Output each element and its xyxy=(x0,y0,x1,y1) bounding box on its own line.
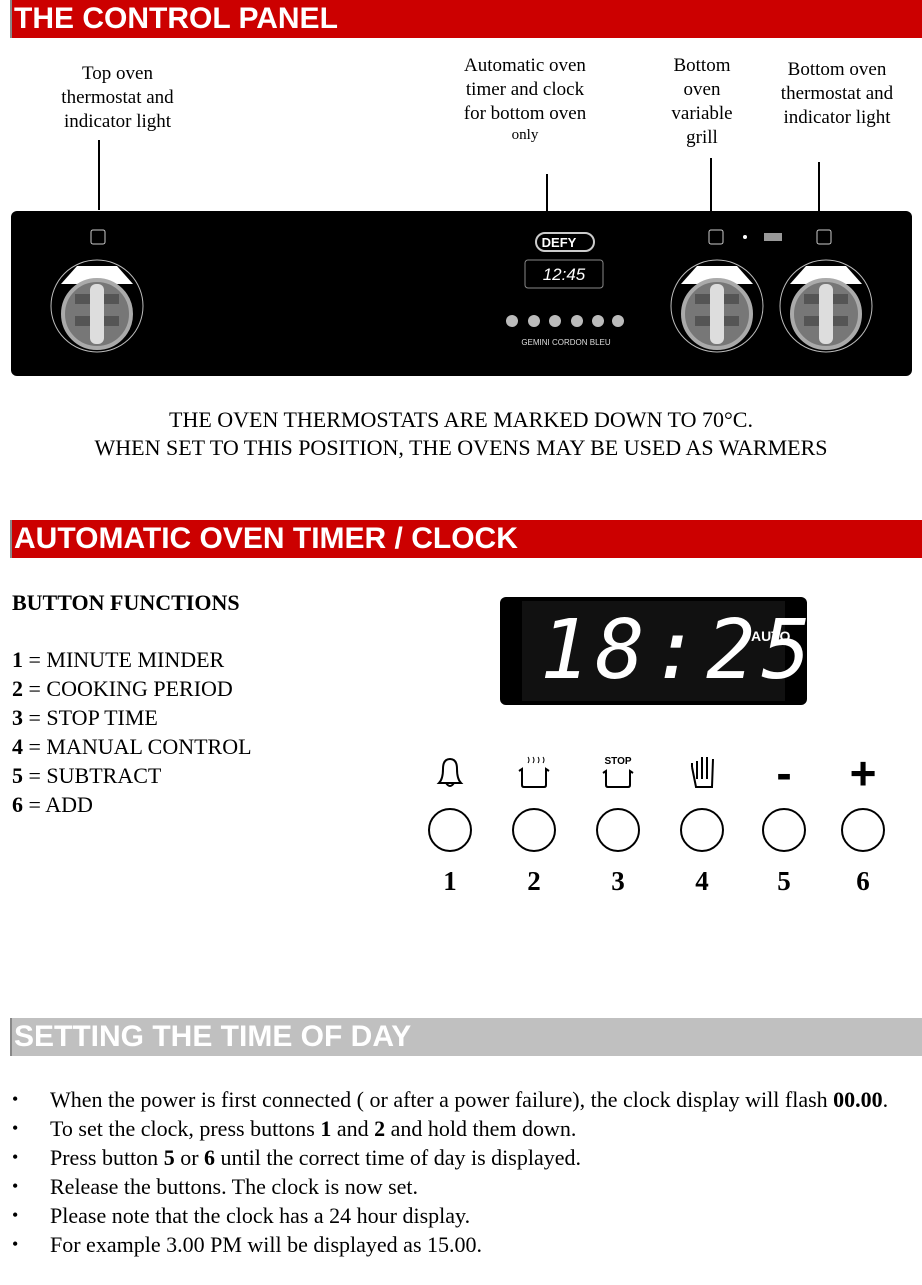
button-function-6: 6 = ADD xyxy=(12,792,93,817)
callout-top-oven: Top oven thermostat and indicator light xyxy=(61,63,174,132)
button-functions-title: BUTTON FUNCTIONS xyxy=(12,590,240,615)
instruction-item: Release the buttons. The clock is now se… xyxy=(12,1172,912,1201)
timer-button-5[interactable]: - 5 xyxy=(754,747,814,897)
instruction-item: Press button 5 or 6 until the correct ti… xyxy=(12,1143,912,1172)
thermometer-icon xyxy=(90,229,106,245)
leader-line xyxy=(818,162,820,211)
button-function-2: 2 = COOKING PERIOD xyxy=(12,676,233,701)
callout-grill: Bottom oven variable grill xyxy=(671,55,733,148)
panel-clock-text: 12:45 xyxy=(543,265,586,284)
button-function-1: 1 = MINUTE MINDER xyxy=(12,647,225,672)
section-header-control-panel: THE CONTROL PANEL xyxy=(10,0,922,38)
display-time: 18:25 xyxy=(540,603,817,698)
section-header-set-time: SETTING THE TIME OF DAY xyxy=(10,1018,922,1056)
auto-indicator: AUTO xyxy=(751,628,791,644)
leader-line xyxy=(546,174,548,211)
minus-icon: - xyxy=(776,747,792,799)
indicator-light xyxy=(743,235,747,239)
button-function-4: 4 = MANUAL CONTROL xyxy=(12,734,252,759)
model-name: GEMINI CORDON BLEU xyxy=(521,338,611,347)
defy-logo-text: DEFY xyxy=(542,235,577,250)
oven-icon xyxy=(816,229,832,245)
instruction-item: To set the clock, press buttons 1 and 2 … xyxy=(12,1114,912,1143)
button-function-3: 3 = STOP TIME xyxy=(12,705,158,730)
top-oven-knob xyxy=(49,258,145,354)
stop-pot-icon: STOP xyxy=(588,752,648,794)
leader-line xyxy=(98,140,100,210)
panel-timer-buttons xyxy=(506,315,624,327)
grill-knob xyxy=(669,258,765,354)
bell-icon xyxy=(420,752,480,794)
timer-button-1[interactable]: 1 xyxy=(420,752,480,897)
timer-button-3[interactable]: STOP 3 xyxy=(588,752,648,897)
svg-text:STOP: STOP xyxy=(604,756,631,767)
leader-line xyxy=(710,158,712,211)
instructions-list: When the power is first connected ( or a… xyxy=(12,1085,912,1259)
timer-button-2[interactable]: 2 xyxy=(504,752,564,897)
control-panel-drawing: DEFY 12:45 GEMINI CORDON BLEU xyxy=(49,229,874,354)
cooking-pot-icon xyxy=(504,752,564,794)
manual-page: THE CONTROL PANEL Top oven thermostat an… xyxy=(0,0,922,1285)
section-header-timer: AUTOMATIC OVEN TIMER / CLOCK xyxy=(10,520,922,558)
warmer-note-line2: WHEN SET TO THIS POSITION, THE OVENS MAY… xyxy=(94,435,828,460)
warmer-note-line1: THE OVEN THERMOSTATS ARE MARKED DOWN TO … xyxy=(169,407,753,432)
instruction-item: When the power is first connected ( or a… xyxy=(12,1085,912,1114)
button-function-list: 1 = MINUTE MINDER 2 = COOKING PERIOD 3 =… xyxy=(12,645,252,819)
grill-icon xyxy=(764,233,782,241)
hand-icon xyxy=(672,752,732,794)
button-function-5: 5 = SUBTRACT xyxy=(12,763,162,788)
plus-icon: + xyxy=(849,747,877,799)
callout-bottom-oven: Bottom oven thermostat and indicator lig… xyxy=(780,59,894,128)
bottom-oven-knob xyxy=(778,258,874,354)
timer-display: 18:25 AUTO xyxy=(500,597,811,705)
timer-button-4[interactable]: 4 xyxy=(672,752,732,897)
thermometer-icon xyxy=(708,229,724,245)
instruction-item: For example 3.00 PM will be displayed as… xyxy=(12,1230,912,1259)
instruction-item: Please note that the clock has a 24 hour… xyxy=(12,1201,912,1230)
oven-control-panel: DEFY 12:45 GEMINI CORDON BLEU xyxy=(11,211,912,376)
callout-timer: Automatic oven timer and clock for botto… xyxy=(463,55,587,143)
timer-button-6[interactable]: + 6 xyxy=(833,747,893,897)
